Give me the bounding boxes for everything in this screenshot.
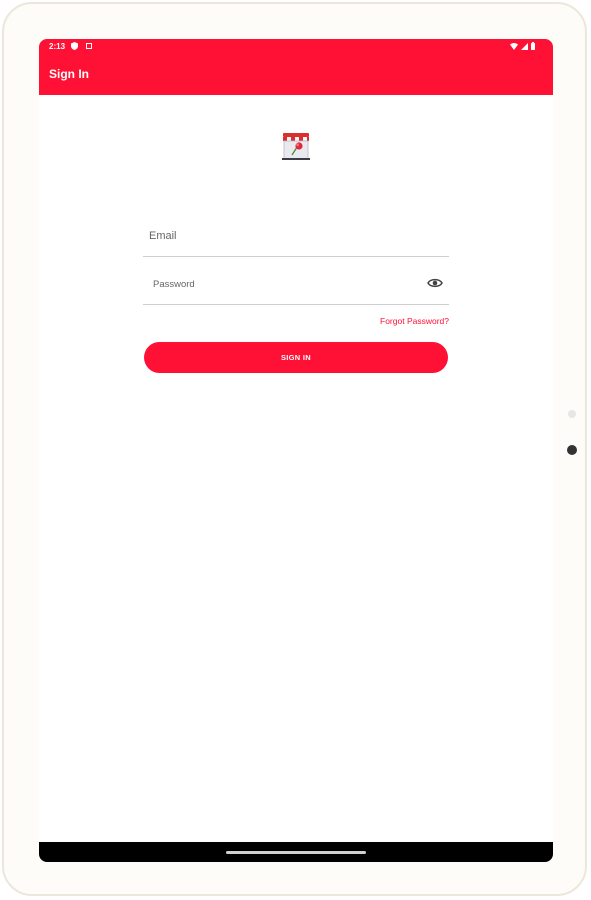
status-time: 2:13	[49, 42, 66, 51]
password-field	[143, 264, 449, 305]
email-field	[143, 216, 449, 257]
app-screen: 2:13 Sign In Email Forgot Password? SIGN…	[39, 39, 553, 862]
app-bar: Sign In	[39, 57, 553, 95]
home-gesture-handle[interactable]	[226, 851, 366, 854]
forgot-password-link[interactable]: Forgot Password?	[380, 316, 449, 326]
camera-lens	[567, 445, 577, 455]
sensor-dot	[568, 410, 576, 418]
shield-icon	[71, 42, 78, 50]
navigation-bar	[39, 842, 553, 862]
wifi-icon	[510, 42, 518, 50]
password-input[interactable]	[143, 264, 449, 304]
signal-icon	[521, 42, 528, 50]
eye-icon[interactable]	[427, 277, 443, 289]
store-icon	[282, 133, 310, 160]
page-title: Sign In	[49, 67, 89, 81]
notification-icon	[86, 43, 92, 49]
battery-icon	[531, 42, 535, 50]
sign-in-button[interactable]: SIGN IN	[144, 342, 448, 373]
status-bar: 2:13	[39, 39, 553, 57]
status-icons	[510, 42, 535, 50]
email-input[interactable]	[143, 216, 449, 256]
